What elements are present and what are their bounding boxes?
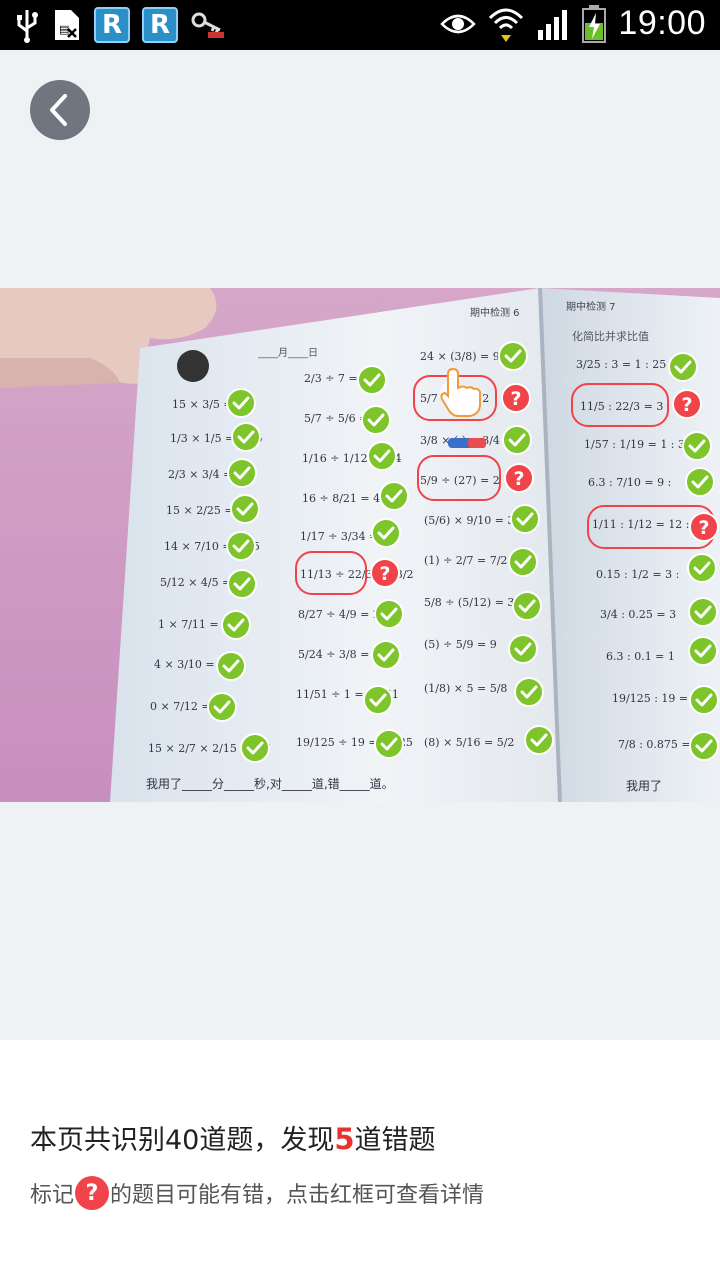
svg-text:19/125 : 19 = 1: 19/125 : 19 = 1 [612,692,699,705]
photo-footer-left: 我用了_____分_____秒,对_____道,错_____道。 [146,777,394,791]
status-bar: ▤ R R 19:00 [0,0,720,50]
svg-text:(5) ÷ 5/9 = 9: (5) ÷ 5/9 = 9 [424,638,497,651]
svg-text:7/8 : 0.875 =: 7/8 : 0.875 = [618,738,691,751]
svg-text:____月____日: ____月____日 [257,347,318,359]
summary-suffix: 道错题 [354,1125,436,1156]
result-panel: 本页共识别40道题，发现5道错题 标记 ? 的题目可能有错，点击红框可查看详情 [0,1040,720,1280]
svg-text:3/25 : 3 = 1 : 25: 3/25 : 3 = 1 : 25 [576,358,666,371]
keys-icon [190,6,226,44]
svg-text:1/57 : 1/19 = 1 : 3: 1/57 : 1/19 = 1 : 3 [584,438,685,451]
svg-text:5/8 ÷ (5/12) = 3/2: 5/8 ÷ (5/12) = 3/2 [424,596,525,609]
svg-text:3/4 : 0.25 = 3: 3/4 : 0.25 = 3 [600,608,676,621]
hint-prefix: 标记 [30,1183,75,1208]
eye-icon [440,5,477,43]
svg-text:6.3 : 7/10 = 9 :: 6.3 : 7/10 = 9 : [588,476,671,489]
svg-text:16 ÷ 8/21 = 42: 16 ÷ 8/21 = 42 [302,492,387,505]
back-button[interactable] [30,80,90,140]
svg-text:期中检测 7: 期中检测 7 [566,300,616,313]
battery-charging-icon [582,4,607,43]
status-left-icons: ▤ R R [14,6,226,44]
svg-text:24 × (3/8) = 9: 24 × (3/8) = 9 [420,350,500,363]
r-app-icon: R [94,7,130,43]
svg-text:11/5 : 22/3 = 3 :: 11/5 : 22/3 = 3 : [580,400,671,413]
svg-text:期中检测 6: 期中检测 6 [470,306,520,319]
chevron-left-icon [50,94,67,126]
svg-text:6.3 : 0.1 = 1: 6.3 : 0.1 = 1 [606,650,675,663]
signal-icon [536,5,570,43]
summary-prefix: 本页共识别40道题，发现 [30,1125,335,1156]
status-time: 19:00 [618,4,706,42]
svg-text:1/11 : 1/12 = 12 :: 1/11 : 1/12 = 12 : [592,518,690,531]
question-mark-icon: ? [75,1176,110,1210]
svg-text:5/9 ÷ (27) = 2: 5/9 ÷ (27) = 2 [420,474,500,487]
wrong-count: 5 [334,1122,355,1156]
photo-footer-right: 我用了 [626,779,662,793]
svg-text:(8) × 5/16 = 5/2: (8) × 5/16 = 5/2 [424,736,514,749]
sim-icon: ▤ [52,6,82,44]
svg-text:(1) ÷ 2/7 = 7/2: (1) ÷ 2/7 = 7/2 [424,554,507,567]
result-summary: 本页共识别40道题，发现5道错题 [30,1118,436,1157]
svg-text:化简比并求比值: 化简比并求比值 [572,329,649,343]
hint-suffix: 的题目可能有错，点击红框可查看详情 [110,1183,485,1208]
svg-text:(1/8) × 5 = 5/8: (1/8) × 5 = 5/8 [424,682,507,695]
wifi-icon [488,5,524,43]
result-hint: 标记 ? 的题目可能有错，点击红框可查看详情 [30,1176,484,1210]
status-right-icons: 19:00 [440,4,706,43]
svg-text:(5/6) × 9/10 = 3/4: (5/6) × 9/10 = 3/4 [424,514,525,527]
r-app-icon: R [142,7,178,43]
homework-photo[interactable]: ? 期中检测 6 期中检测 7 化简比并求比值 ____月____日 15 × … [0,288,720,802]
usb-icon [14,6,40,44]
svg-text:0.15 : 1/2 = 3 :: 0.15 : 1/2 = 3 : [596,568,679,581]
